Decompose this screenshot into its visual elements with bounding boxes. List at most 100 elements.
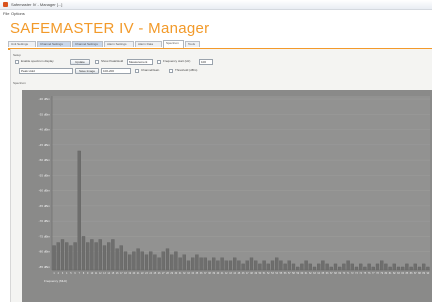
x-tick-label: 78 — [376, 272, 379, 275]
threshold-checkbox[interactable] — [169, 69, 173, 73]
spectrum-bar — [65, 242, 69, 271]
save-image-button[interactable]: Save Image — [75, 68, 99, 74]
spectrum-bar — [333, 263, 338, 271]
x-tick-label: 76 — [368, 272, 371, 275]
spectrum-bar — [107, 242, 111, 271]
x-tick-label: 57 — [288, 272, 291, 275]
spectrum-bar — [325, 263, 329, 271]
spectrum-bar — [384, 263, 388, 271]
enable-spectrum-checkbox[interactable] — [15, 60, 19, 64]
frequency-checkbox[interactable] — [157, 60, 161, 64]
tab-spectrum[interactable]: Spectrum — [163, 40, 184, 48]
y-tick-label: -50 dBm — [39, 158, 51, 162]
spectrum-bar — [291, 263, 296, 271]
x-tick-label: 55 — [280, 272, 283, 275]
x-tick-label: 53 — [271, 272, 274, 275]
frequency-field[interactable]: 100 — [199, 59, 213, 65]
x-tick-label: 61 — [305, 272, 308, 275]
x-tick-label: 65 — [322, 272, 325, 275]
x-tick-label: 49 — [254, 272, 257, 275]
spectrum-bar — [258, 263, 262, 271]
tab-unit-settings[interactable]: Unit Settings — [8, 41, 36, 47]
x-tick-label: 70 — [343, 272, 346, 275]
x-tick-label: 38 — [208, 272, 211, 275]
spectrum-chart-svg: -30 dBm -35 dBm -40 dBm -45 dBm -50 dBm -55 d… — [39, 96, 430, 283]
spectrum-bar — [422, 263, 426, 271]
spectrum-bar — [56, 242, 60, 271]
spectrum-bar — [266, 263, 270, 271]
spectrum-bar — [329, 266, 333, 271]
x-tick-label: 51 — [263, 272, 266, 275]
x-tick-label: 13 — [103, 272, 106, 275]
x-tick-label: 75 — [364, 272, 367, 275]
spectrum-bar — [300, 263, 304, 271]
x-tick-label: 79 — [380, 272, 383, 275]
spectrum-bar — [111, 239, 115, 271]
x-tick-label: 52 — [267, 272, 270, 275]
spectrum-bar — [409, 266, 413, 271]
spectrum-bar — [321, 260, 325, 271]
spectrum-bar — [86, 242, 90, 271]
x-tick-label: 48 — [250, 272, 253, 275]
channel-gain-checkbox[interactable] — [135, 69, 139, 73]
threshold-label: Threshold (dBm) — [175, 68, 198, 72]
spectrum-bar — [254, 260, 258, 271]
x-tick-label: 22 — [141, 272, 144, 275]
x-tick-label: 36 — [200, 272, 203, 275]
x-tick-label: 62 — [309, 272, 312, 275]
x-tick-label: 86 — [410, 272, 413, 275]
x-tick-label: 41 — [221, 272, 224, 275]
x-tick-label: 15 — [112, 272, 115, 275]
spectrum-bar — [308, 263, 312, 271]
tab-channel-settings-2[interactable]: Channel Settings — [72, 41, 103, 47]
spectrum-bar — [161, 251, 165, 271]
spectrum-bar — [140, 251, 144, 271]
spectrum-bar — [220, 257, 224, 271]
spectrum-bar — [245, 260, 249, 271]
spectrum-bar — [128, 254, 132, 271]
tab-alarm-data[interactable]: Alarm Data — [135, 41, 162, 47]
x-tick-label: 80 — [385, 272, 388, 275]
x-tick-label: 66 — [326, 272, 329, 275]
x-tick-label: 43 — [229, 272, 232, 275]
x-tick-label: 16 — [116, 272, 119, 275]
tab-alarm-settings[interactable]: Alarm Settings — [104, 41, 134, 47]
spectrum-bar — [317, 263, 321, 271]
spectrum-bar — [371, 266, 375, 271]
spectrum-bar — [241, 263, 245, 271]
spectrum-bar — [94, 242, 98, 271]
x-tick-label: 11 — [95, 272, 98, 275]
update-button[interactable]: Update — [70, 59, 90, 65]
spectrum-bar — [212, 257, 216, 271]
spectrum-bar — [275, 257, 279, 271]
spectrum-bar — [417, 266, 422, 271]
x-tick-label: 21 — [137, 272, 140, 275]
mode-select[interactable]: Peak Hold — [19, 68, 73, 74]
measurement-field[interactable]: Measurement — [127, 59, 153, 65]
spectrum-bar — [81, 236, 86, 271]
x-tick-label: 23 — [145, 272, 148, 275]
x-tick-label: 90 — [427, 272, 430, 275]
x-tick-label: 46 — [242, 272, 245, 275]
menu-options[interactable]: Options — [11, 11, 25, 16]
x-tick-label: 44 — [233, 272, 236, 275]
tab-tools[interactable]: Tools — [185, 41, 200, 47]
x-tick-label: 59 — [296, 272, 299, 275]
x-tick-label: 39 — [212, 272, 215, 275]
peak-hold-checkbox[interactable] — [95, 60, 99, 64]
spectrum-bar — [392, 263, 396, 271]
spectrum-bar — [354, 266, 359, 271]
x-tick-label: 12 — [99, 272, 102, 275]
spectrum-bar — [350, 263, 354, 271]
menu-file[interactable]: File — [3, 11, 9, 16]
spectrum-bar — [270, 260, 275, 271]
x-tick-label: 7 — [79, 272, 81, 275]
x-tick-label: 10 — [91, 272, 94, 275]
x-tick-label: 72 — [351, 272, 354, 275]
x-tick-label: 50 — [259, 272, 262, 275]
range-field[interactable]: 100-200 — [101, 68, 131, 74]
tab-channel-settings-1[interactable]: Channel Settings — [37, 41, 71, 47]
x-tick-label: 8 — [83, 272, 85, 275]
spectrum-bar — [342, 263, 346, 271]
spectrum-bar — [359, 263, 363, 271]
